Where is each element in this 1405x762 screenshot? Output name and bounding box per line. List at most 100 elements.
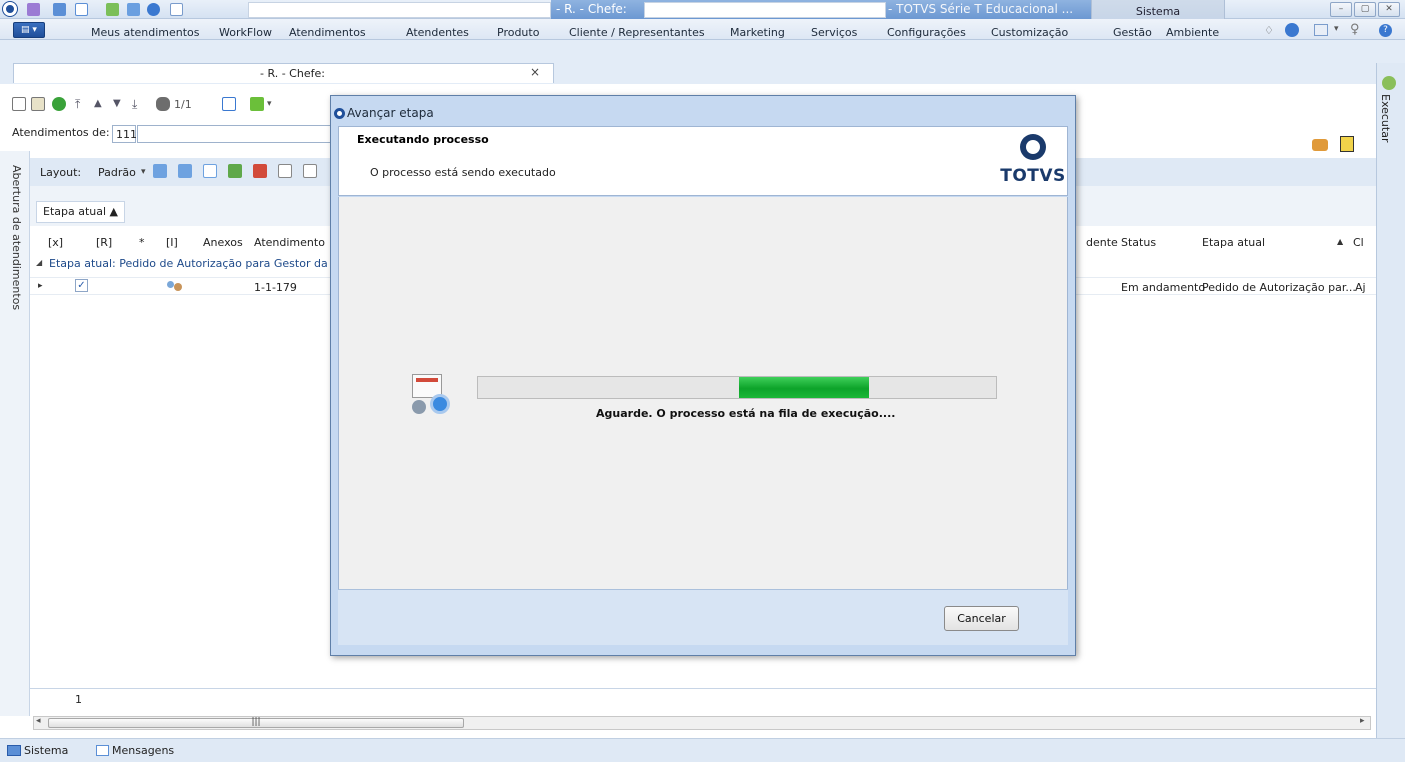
menu-atendimentos[interactable]: Atendimentos	[289, 26, 366, 39]
layout-chevron-down-icon[interactable]: ▾	[141, 167, 146, 177]
app-logo-icon	[3, 2, 17, 16]
chevron-down-icon[interactable]: ▾	[1334, 24, 1339, 34]
layout-columns-icon[interactable]	[203, 164, 217, 178]
right-side-panel[interactable]	[1376, 63, 1405, 738]
menu-workflow[interactable]: WorkFlow	[219, 26, 272, 39]
progress-message: Aguarde. O processo está na fila de exec…	[596, 407, 896, 420]
column-header-star[interactable]: *	[139, 236, 145, 249]
lightbulb-icon[interactable]: ♀	[1350, 22, 1360, 37]
filter-label: Atendimentos de:	[12, 126, 110, 139]
column-header-etapa-atual[interactable]: Etapa atual	[1202, 236, 1265, 249]
group-collapse-icon[interactable]: ◢	[36, 258, 42, 267]
layout-export-icon[interactable]	[228, 164, 242, 178]
cell-cl: Aj	[1355, 281, 1366, 294]
window-title-left: - R. - Chefe:	[556, 2, 627, 16]
row-indicator-icon: ▸	[38, 281, 43, 291]
column-header-cl[interactable]: Cl	[1353, 236, 1364, 249]
close-window-button[interactable]: ✕	[1378, 2, 1400, 17]
previous-record-icon[interactable]: ▲	[94, 97, 108, 111]
title-field-2	[644, 2, 886, 18]
page-indicator: 1/1	[174, 98, 192, 111]
scroll-right-icon[interactable]: ▸	[1360, 716, 1365, 726]
last-record-icon[interactable]: ⤓	[132, 97, 146, 111]
menu-produto[interactable]: Produto	[497, 26, 539, 39]
status-sistema[interactable]: Sistema	[24, 744, 68, 757]
menu-ambiente[interactable]: Ambiente	[1166, 26, 1219, 39]
scroll-left-icon[interactable]: ◂	[36, 716, 41, 726]
new-document-icon[interactable]	[12, 97, 26, 111]
group-chip-etapa[interactable]: Etapa atual ▲	[36, 201, 126, 223]
column-header-atendente[interactable]: dente	[1086, 236, 1118, 249]
layout-sum-icon[interactable]	[303, 164, 317, 178]
edit-icon[interactable]	[31, 97, 45, 111]
first-record-icon[interactable]: ⤒	[75, 97, 89, 111]
cell-status: Em andamento	[1121, 281, 1206, 294]
process-dropdown-icon[interactable]: ▾	[267, 99, 272, 109]
search-binoculars-icon[interactable]	[156, 97, 170, 111]
column-header-x[interactable]: [x]	[48, 236, 63, 249]
info-icon[interactable]: ?	[1379, 24, 1392, 37]
menu-servicos[interactable]: Serviços	[811, 26, 857, 39]
scrollbar-thumb[interactable]: |||	[48, 718, 464, 728]
status-mensagens[interactable]: Mensagens	[112, 744, 174, 757]
group-chip-label: Etapa atual	[43, 205, 107, 218]
status-bar	[0, 738, 1405, 762]
cancel-button[interactable]: Cancelar	[944, 606, 1019, 631]
title-field-1	[248, 2, 551, 18]
record-count: 1	[75, 693, 82, 706]
menu-marketing[interactable]: Marketing	[730, 26, 785, 39]
process-arrow-icon[interactable]	[250, 97, 264, 111]
column-header-atendimento[interactable]: Atendimento	[254, 236, 325, 249]
executar-gear-icon	[1382, 76, 1396, 90]
help-globe-icon[interactable]	[1285, 23, 1299, 37]
layout-import-icon[interactable]	[253, 164, 267, 178]
executar-label[interactable]: Executar	[1379, 94, 1392, 143]
search-document-icon[interactable]	[1340, 136, 1354, 152]
refresh-icon[interactable]	[52, 97, 66, 111]
menu-atendentes[interactable]: Atendentes	[406, 26, 469, 39]
person-phone-icon	[167, 279, 183, 292]
quick-access-copy-icon[interactable]	[170, 3, 183, 16]
menu-customizacao[interactable]: Customização	[991, 26, 1068, 39]
totvs-logo-text: TOTVS	[1000, 166, 1066, 186]
sort-ascending-icon: ▲	[1337, 237, 1344, 246]
row-checkbox[interactable]: ✓	[75, 279, 88, 292]
column-header-status[interactable]: Status	[1121, 236, 1156, 249]
filter-code-input[interactable]: 111	[112, 125, 137, 143]
column-header-r[interactable]: [R]	[96, 236, 112, 249]
next-record-icon[interactable]: ▼	[113, 97, 127, 111]
application-menu-button[interactable]: ▤ ▾	[13, 22, 45, 38]
progress-bar	[477, 376, 997, 399]
filter-description-input[interactable]	[137, 125, 332, 143]
window-layout-icon[interactable]	[1314, 24, 1328, 36]
group-row-label: Etapa atual: Pedido de Autorização para …	[49, 257, 340, 270]
monitor-icon	[7, 745, 21, 756]
menu-meus-atendimentos[interactable]: Meus atendimentos	[91, 26, 200, 39]
quick-access-settings-icon[interactable]	[27, 3, 40, 16]
sort-up-icon: ▲	[109, 205, 119, 218]
minimize-button[interactable]: –	[1330, 2, 1352, 17]
quick-access-tools-icon[interactable]	[127, 3, 140, 16]
context-tab-label: Sistema	[1135, 5, 1181, 18]
quick-access-export-icon[interactable]	[106, 3, 119, 16]
close-tab-icon[interactable]: ×	[530, 65, 540, 79]
layout-filter-icon[interactable]	[278, 164, 292, 178]
dialog-subheading: O processo está sendo executado	[370, 166, 556, 179]
grid-view-icon[interactable]	[222, 97, 236, 111]
restore-button[interactable]: ▢	[1354, 2, 1376, 17]
quick-access-window-icon[interactable]	[53, 3, 66, 16]
attach-icon[interactable]	[1312, 139, 1328, 151]
layout-save-icon[interactable]	[153, 164, 167, 178]
quick-access-new-icon[interactable]	[75, 3, 88, 16]
quick-access-help-icon[interactable]	[147, 3, 160, 16]
ribbon-collapse-icon[interactable]: ♢	[1264, 24, 1274, 37]
cell-atendimento: 1-1-179	[254, 281, 297, 294]
menu-cliente-representantes[interactable]: Cliente / Representantes	[569, 26, 705, 39]
menu-gestao[interactable]: Gestão	[1113, 26, 1152, 39]
column-header-anexos[interactable]: Anexos	[203, 236, 243, 249]
layout-preset-dropdown[interactable]: Padrão	[98, 166, 136, 179]
column-header-i[interactable]: [I]	[166, 236, 178, 249]
cell-etapa-atual: Pedido de Autorização par...	[1202, 281, 1356, 294]
layout-save-as-icon[interactable]	[178, 164, 192, 178]
menu-configuracoes[interactable]: Configurações	[887, 26, 966, 39]
